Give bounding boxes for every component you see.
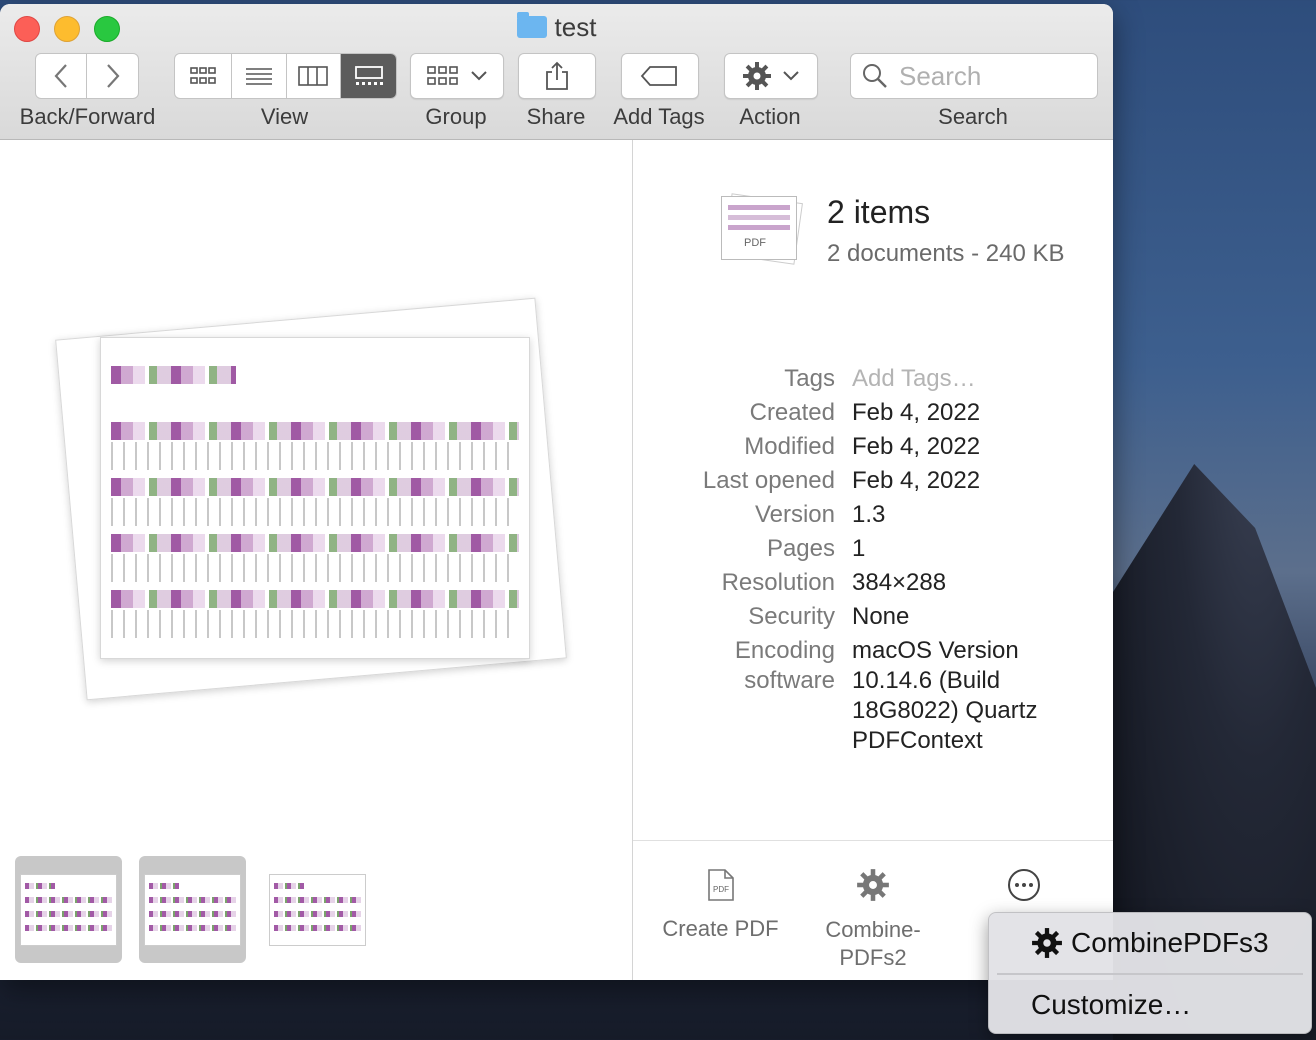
search-input[interactable] bbox=[897, 59, 1091, 93]
back-button[interactable] bbox=[36, 54, 87, 98]
share-icon bbox=[546, 61, 568, 90]
view-label: View bbox=[260, 104, 309, 129]
metadata-row: Security None bbox=[748, 603, 910, 630]
menu-item-customize[interactable]: Customize… bbox=[989, 985, 1316, 1025]
metadata-row: Modified Feb 4, 2022 bbox=[744, 433, 981, 460]
chevron-right-icon bbox=[106, 64, 119, 88]
finder-window: test Back/Forward View Group Share Add T… bbox=[0, 4, 1113, 980]
toolbar: test Back/Forward View Group Share Add T… bbox=[0, 4, 1113, 140]
pdf-stack-icon: PDF bbox=[721, 193, 803, 265]
column-view-icon bbox=[298, 66, 329, 86]
share-button[interactable] bbox=[518, 53, 596, 99]
folder-icon bbox=[516, 12, 547, 38]
action-label: Action bbox=[739, 104, 801, 129]
create-pdf-action[interactable]: PDF Create PDF bbox=[653, 868, 788, 942]
metadata-row: PDFContext bbox=[852, 727, 983, 754]
metadata-row: Last opened Feb 4, 2022 bbox=[702, 467, 981, 494]
front-document-preview[interactable] bbox=[100, 337, 530, 659]
pdf-document-icon: PDF bbox=[707, 869, 734, 901]
search-icon bbox=[863, 64, 887, 88]
chevron-left-icon bbox=[54, 64, 67, 88]
gear-icon bbox=[743, 62, 771, 90]
combine-pdfs2-label-line2: PDFs2 bbox=[839, 945, 907, 970]
back-forward-label: Back/Forward bbox=[19, 104, 156, 129]
metadata-list: Tags Add Tags… Created Feb 4, 2022 Modifie… bbox=[633, 362, 1113, 756]
view-gallery-button[interactable] bbox=[341, 54, 396, 98]
add-tags-button[interactable] bbox=[621, 53, 699, 99]
ellipsis-circle-icon bbox=[1008, 869, 1040, 901]
gallery-thumbnail[interactable] bbox=[264, 856, 371, 963]
list-view-icon bbox=[245, 68, 272, 85]
svg-text:PDF: PDF bbox=[713, 885, 729, 894]
view-columns-button[interactable] bbox=[287, 54, 342, 98]
add-tags-field[interactable]: Add Tags… bbox=[852, 362, 1072, 396]
create-pdf-label: Create PDF bbox=[662, 916, 779, 941]
selection-subtitle: 2 documents - 240 KB bbox=[827, 240, 1065, 267]
gear-icon bbox=[1032, 928, 1062, 958]
tag-icon bbox=[640, 66, 677, 86]
group-label: Group bbox=[425, 104, 487, 129]
gallery-thumbnail[interactable] bbox=[15, 856, 122, 963]
action-button[interactable] bbox=[724, 53, 818, 99]
menu-separator bbox=[997, 973, 1303, 975]
metadata-row: 18G8022) Quartz bbox=[852, 697, 1038, 724]
gear-icon bbox=[857, 869, 889, 901]
back-forward-control bbox=[35, 53, 139, 99]
metadata-row: software 10.14.6 (Build bbox=[744, 667, 1001, 694]
metadata-row: Resolution 384×288 bbox=[721, 569, 947, 596]
metadata-row: Tags Add Tags… bbox=[633, 362, 1113, 396]
group-icon bbox=[427, 66, 458, 85]
gallery-thumbnail[interactable] bbox=[139, 856, 246, 963]
metadata-row: Version 1.3 bbox=[754, 501, 886, 528]
share-label: Share bbox=[526, 104, 586, 129]
gallery-view-icon bbox=[354, 66, 383, 85]
search-field[interactable] bbox=[850, 53, 1098, 99]
view-list-button[interactable] bbox=[232, 54, 287, 98]
selection-title: 2 items bbox=[827, 194, 931, 230]
chevron-down-icon bbox=[783, 71, 799, 81]
window-title: test bbox=[0, 12, 1113, 43]
info-pane: PDF 2 items 2 documents - 240 KB Tags Add… bbox=[633, 140, 1113, 980]
chevron-down-icon bbox=[471, 71, 487, 81]
more-actions-menu: CombinePDFs3 Customize… bbox=[988, 912, 1312, 1034]
metadata-row: Created Feb 4, 2022 bbox=[749, 399, 981, 426]
view-control bbox=[174, 53, 397, 99]
gallery-preview-pane bbox=[0, 140, 633, 980]
add-tags-label: Add Tags bbox=[613, 104, 705, 129]
icon-view-icon bbox=[190, 67, 216, 84]
group-button[interactable] bbox=[410, 53, 504, 99]
combine-pdfs2-action[interactable]: Combine- PDFs2 bbox=[807, 868, 939, 972]
metadata-row: Encoding macOS Version bbox=[734, 637, 1019, 664]
view-icon-button[interactable] bbox=[175, 54, 232, 98]
combine-pdfs2-label-line1: Combine- bbox=[825, 917, 921, 942]
more-actions-button[interactable] bbox=[989, 868, 1059, 908]
menu-item-combinepdfs3[interactable]: CombinePDFs3 bbox=[989, 923, 1316, 963]
divider bbox=[633, 840, 1113, 841]
metadata-row: Pages 1 bbox=[766, 535, 866, 562]
forward-button[interactable] bbox=[87, 54, 138, 98]
search-label: Search bbox=[938, 104, 1008, 129]
